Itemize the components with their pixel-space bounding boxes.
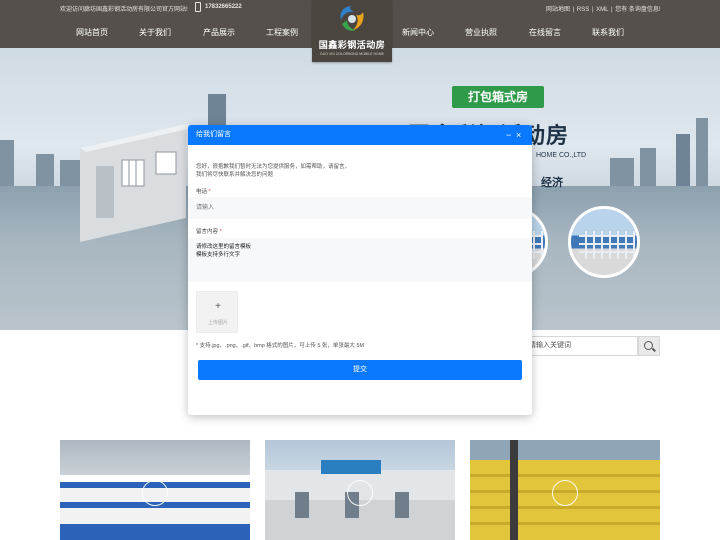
dialog-intro: 您好，很抱歉我们暂时无法为您提供服务，如需帮助，请留言， 我们将尽快联系并解决您… xyxy=(196,164,351,178)
nav-cases[interactable]: 工程案例 xyxy=(266,27,298,38)
message-dialog: 给我们留言 − × 您好，很抱歉我们暂时无法为您提供服务，如需帮助，请留言， 我… xyxy=(188,125,532,415)
phone-label: 电话 * xyxy=(196,189,211,195)
message-textarea[interactable]: 请修改这里的留言模板 模板支持多行文字 xyxy=(188,238,532,282)
phone-input[interactable] xyxy=(188,197,532,219)
logo-title: 国鑫彩钢活动房 xyxy=(318,41,386,51)
phone-icon xyxy=(195,2,201,12)
nav-message[interactable]: 在线留言 xyxy=(529,27,561,38)
nav-contact[interactable]: 联系我们 xyxy=(592,27,624,38)
site-logo[interactable]: 国鑫彩钢活动房 GUO XIN COLORBOND MOBILE HOME xyxy=(312,0,392,62)
nav-news[interactable]: 新闻中心 xyxy=(402,27,434,38)
banner-circle-photo xyxy=(568,206,640,278)
nav-about[interactable]: 关于我们 xyxy=(139,27,171,38)
banner-subtitle: HOME CO.,LTD xyxy=(536,152,587,159)
play-icon xyxy=(552,480,578,506)
close-icon[interactable]: × xyxy=(516,125,521,145)
product-photo-sandwich-panel[interactable] xyxy=(470,440,660,540)
play-icon xyxy=(142,480,168,506)
top-links: 网站地图 | RSS | XML | 您有 条询盘信息! xyxy=(546,7,661,13)
plus-icon: + xyxy=(215,301,221,312)
product-badge: 打包箱式房 xyxy=(452,86,544,108)
search-icon xyxy=(644,341,653,350)
upload-label: 上传图片 xyxy=(207,320,228,326)
message-label: 留言内容 * xyxy=(196,229,222,235)
banner-slogan: 经济 xyxy=(541,177,563,189)
upload-hint: * 支持.jpg、.png、.gif、bmp 格式的图片，可上传 5 张，单张最… xyxy=(196,343,365,349)
upload-image-button[interactable]: + 上传图片 xyxy=(196,291,238,333)
logo-swirl-icon xyxy=(340,6,364,31)
nav-products[interactable]: 产品展示 xyxy=(203,27,235,38)
logo-subtitle: GUO XIN COLORBOND MOBILE HOME xyxy=(320,52,384,56)
inquiry-link[interactable]: 条询盘信息! xyxy=(629,7,661,13)
sitemap-link[interactable]: 网站地图 xyxy=(546,7,570,13)
product-photo-modular-housing[interactable] xyxy=(60,440,250,540)
search-button[interactable] xyxy=(638,336,660,356)
inquiry-prefix: 您有 xyxy=(615,7,628,13)
product-photo-container-house[interactable] xyxy=(265,440,455,540)
nav-license[interactable]: 营业执照 xyxy=(465,27,497,38)
welcome-text: 欢迎访问廊坊国鑫彩钢活动房有限公司官方网站! xyxy=(60,7,188,13)
rss-link[interactable]: RSS xyxy=(577,7,589,13)
container-house-illustration xyxy=(80,124,192,242)
dialog-title: 给我们留言 xyxy=(196,131,231,138)
search-input[interactable]: 请输入关键词 xyxy=(520,336,638,356)
nav-home[interactable]: 网站首页 xyxy=(76,27,108,38)
phone-number: 17832665222 xyxy=(205,4,242,10)
minimize-icon[interactable]: − xyxy=(506,125,511,145)
play-icon xyxy=(347,480,373,506)
dialog-header: 给我们留言 xyxy=(188,125,532,145)
xml-link[interactable]: XML xyxy=(596,7,608,13)
submit-button[interactable]: 提交 xyxy=(198,360,522,380)
